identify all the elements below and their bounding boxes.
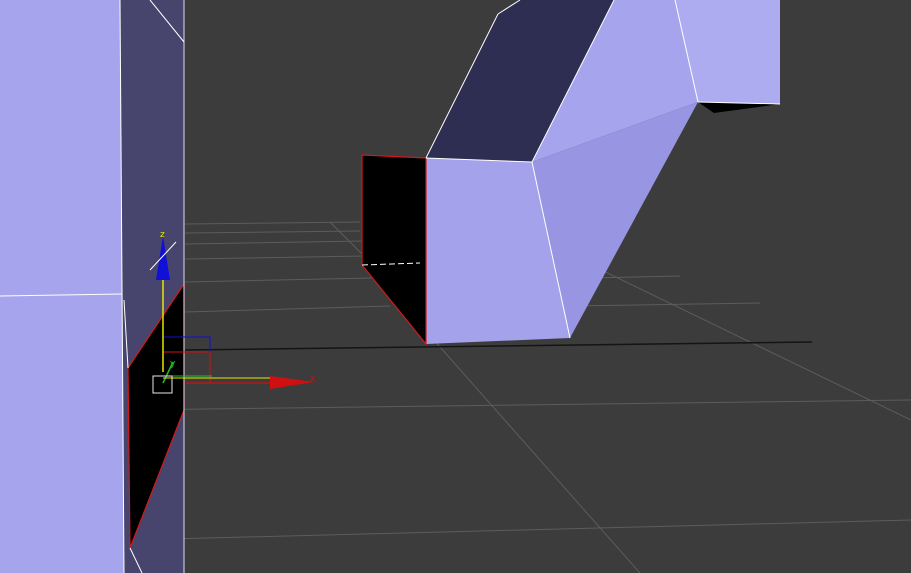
wall-face-front[interactable] [0, 0, 124, 573]
gizmo-x-label: x [310, 374, 316, 384]
3d-viewport[interactable]: z y x [0, 0, 911, 573]
gizmo-z-label: z [160, 230, 165, 240]
mesh-object-left[interactable] [0, 0, 185, 573]
gizmo-y-label: y [170, 359, 176, 369]
